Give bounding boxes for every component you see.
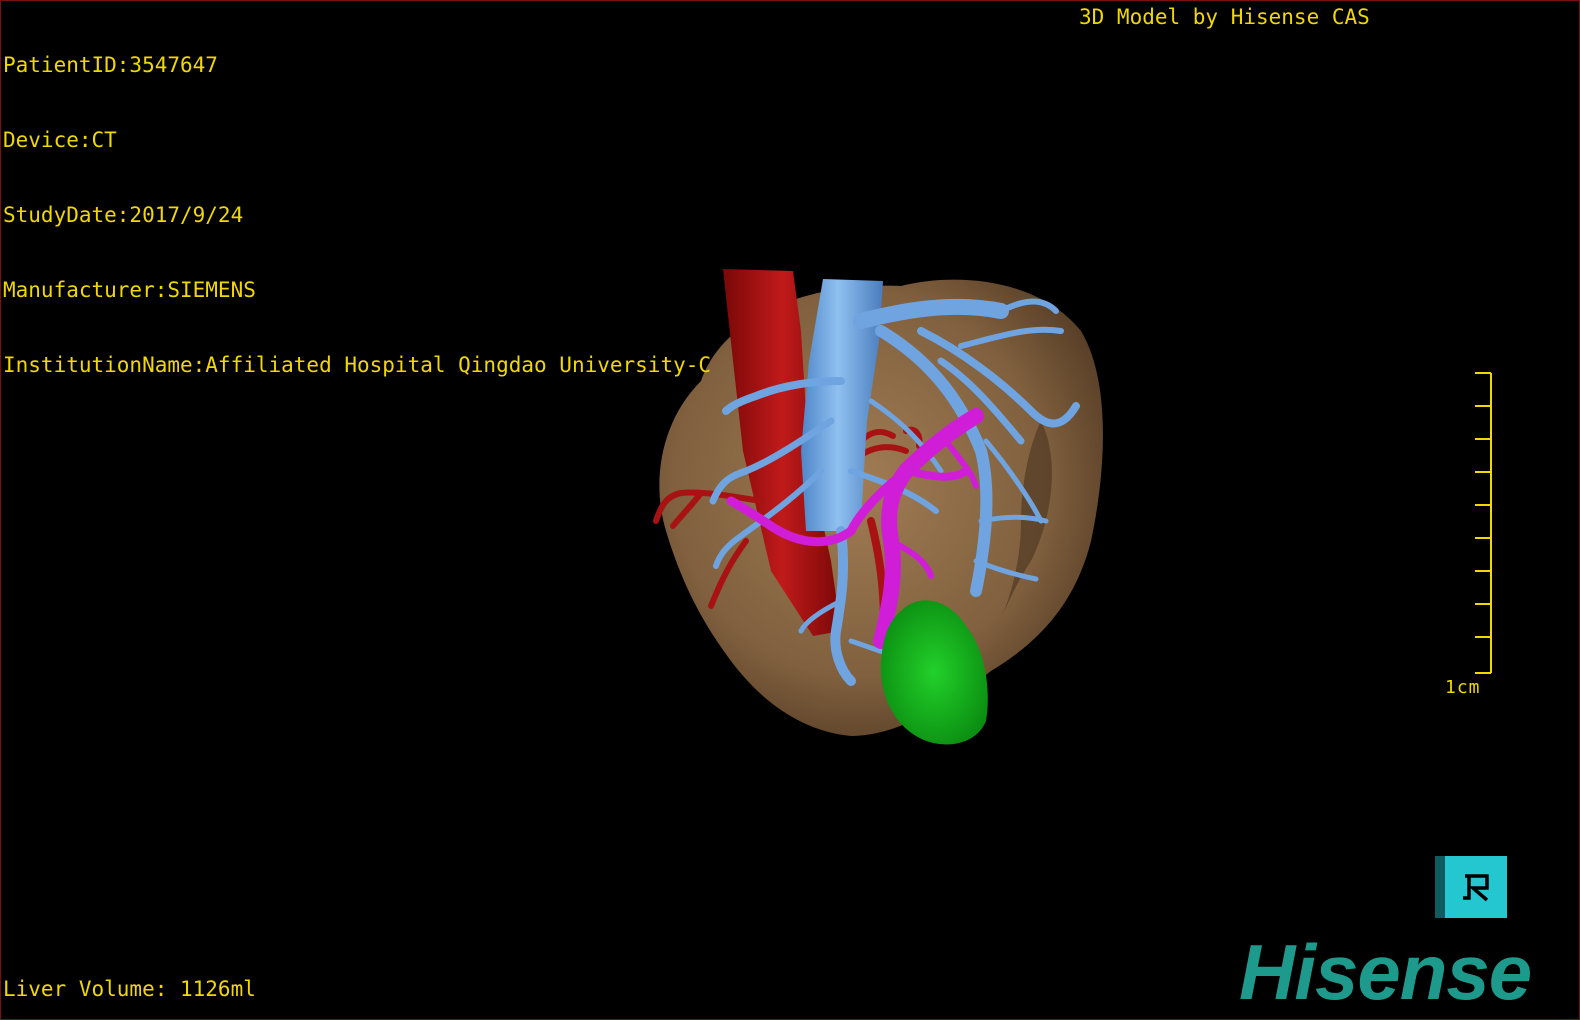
manufacturer-text: Manufacturer:SIEMENS <box>3 278 256 302</box>
orientation-r-icon <box>1463 874 1489 902</box>
patient-id-text: PatientID:3547647 <box>3 53 218 77</box>
device-text: Device:CT <box>3 128 117 152</box>
scale-label: 1cm <box>1445 677 1481 698</box>
institution-text: InstitutionName:Affiliated Hospital Qing… <box>3 353 712 377</box>
study-date-text: StudyDate:2017/9/24 <box>3 203 244 227</box>
hisense-logo: Hisense <box>1239 928 1532 1016</box>
3d-viewport[interactable]: PatientID:3547647 Device:CT StudyDate:20… <box>0 0 1580 1020</box>
orientation-reset-button[interactable] <box>1435 856 1507 918</box>
scale-ruler <box>1475 372 1492 674</box>
liver-volume-text: Liver Volume: 1126ml <box>3 977 256 1001</box>
model-credit-text: 3D Model by Hisense CAS <box>1079 5 1370 29</box>
dicom-info-overlay: PatientID:3547647 Device:CT StudyDate:20… <box>3 3 711 428</box>
